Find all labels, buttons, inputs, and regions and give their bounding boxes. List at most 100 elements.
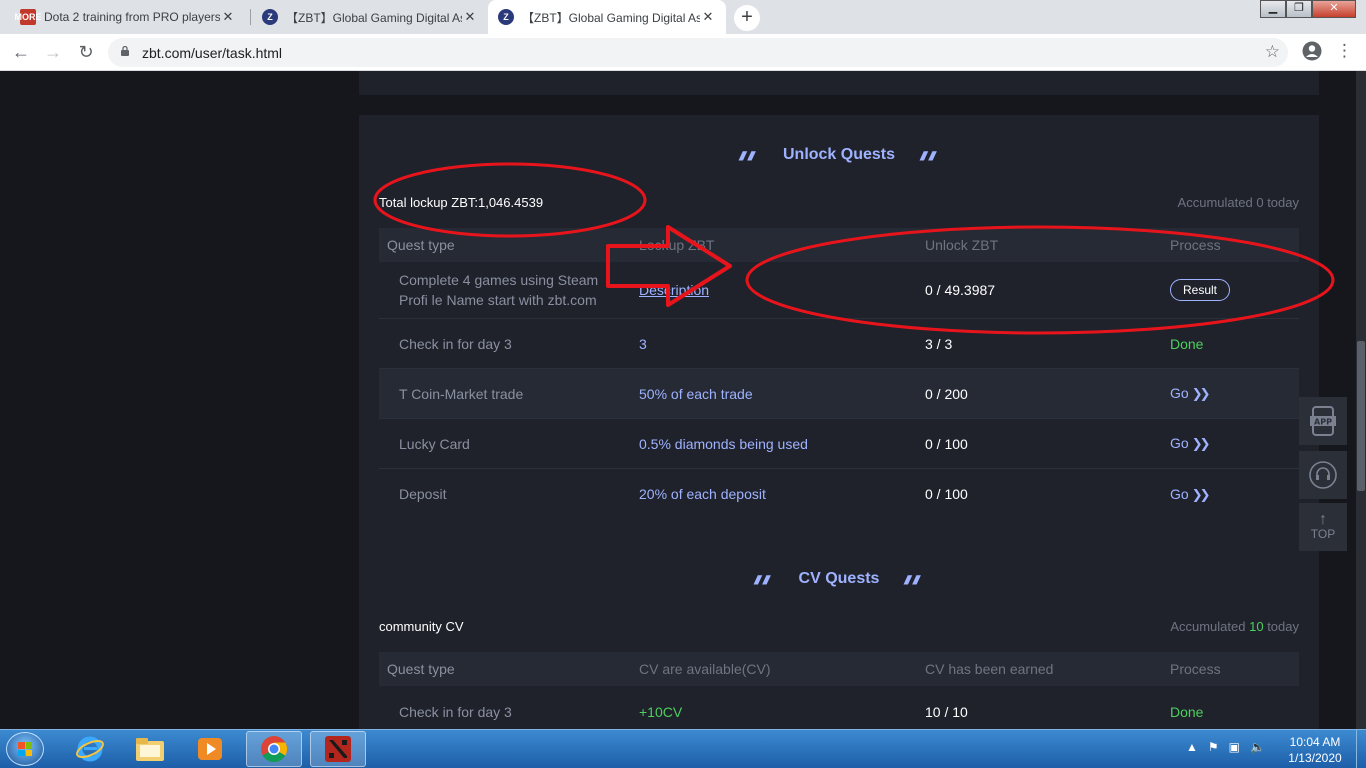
- go-label: Go: [1170, 385, 1189, 401]
- address-bar[interactable]: zbt.com/user/task.html ☆: [108, 38, 1288, 67]
- show-hidden-icons-arrow-icon[interactable]: ▲: [1186, 740, 1198, 754]
- go-label: Go: [1170, 485, 1189, 502]
- back-arrow-icon[interactable]: ←: [10, 42, 32, 64]
- quests-panel: ▮▮ Unlock Quests ▮▮ Total lockup ZBT:1,046…: [359, 115, 1319, 729]
- dota2-taskbar-button[interactable]: [310, 731, 366, 767]
- tab-zbt-active[interactable]: Z 【ZBT】Global Gaming Digital Asse ✕: [488, 0, 726, 34]
- go-link[interactable]: Go ❯❯: [1170, 435, 1299, 452]
- windows-taskbar: ▲ ⚑ ▣ 🔈 10:04 AM 1/13/2020: [0, 729, 1366, 768]
- header-quest-type: Quest type: [387, 237, 455, 253]
- section-title: CV Quests: [798, 570, 880, 587]
- table-header: Quest type Lockup ZBT Unlock ZBT Process: [379, 228, 1299, 262]
- browser-menu-icon[interactable]: ⋮: [1336, 41, 1353, 61]
- quest-type: Complete 4 games using Steam Profi le Na…: [399, 272, 599, 308]
- customer-support-button[interactable]: [1299, 451, 1347, 499]
- table-row: Check in for day 3 +10CV 10 / 10 Done: [379, 686, 1299, 729]
- header-unlock: Unlock ZBT: [925, 237, 999, 253]
- show-desktop-button[interactable]: [1356, 730, 1366, 768]
- header-process: Process: [1170, 661, 1221, 677]
- lockup-value: 3: [639, 335, 647, 352]
- back-to-top-button[interactable]: ↑ TOP: [1299, 503, 1347, 551]
- heading-deco-icon: ▮▮: [917, 148, 942, 162]
- unlock-quests-table: Quest type Lockup ZBT Unlock ZBT Process…: [379, 228, 1299, 519]
- system-clock[interactable]: 10:04 AM 1/13/2020: [1280, 734, 1350, 766]
- community-cv-label: community CV: [379, 619, 464, 634]
- table-row: Lucky Card 0.5% diamonds being used 0 / …: [379, 419, 1299, 469]
- bookmark-star-icon[interactable]: ☆: [1265, 42, 1280, 62]
- file-explorer-icon[interactable]: [122, 731, 178, 767]
- lockup-value: 50% of each trade: [639, 385, 753, 402]
- unlock-value: 0 / 100: [925, 435, 968, 452]
- header-lockup: Lockup ZBT: [639, 237, 715, 253]
- previous-section-panel: [359, 71, 1319, 95]
- scrollbar-thumb[interactable]: [1357, 341, 1365, 491]
- quest-type: T Coin-Market trade: [399, 385, 524, 402]
- double-chevron-right-icon: ❯❯: [1191, 386, 1211, 401]
- go-link[interactable]: Go ❯❯: [1170, 486, 1299, 503]
- unlock-accumulated: Accumulated 0 today: [1178, 195, 1299, 210]
- cv-available-value: +10CV: [639, 704, 683, 720]
- result-button[interactable]: Result: [1170, 279, 1231, 301]
- accumulated-suffix: today: [1267, 195, 1299, 210]
- lockup-value: 0.5% diamonds being used: [639, 435, 808, 452]
- tab-close-icon[interactable]: ✕: [220, 9, 236, 25]
- go-label: Go: [1170, 435, 1189, 451]
- tab-close-icon[interactable]: ✕: [462, 9, 478, 25]
- dota2-logo-icon: [325, 736, 351, 762]
- cv-earned-value: 10 / 10: [925, 704, 968, 720]
- action-center-flag-icon[interactable]: ⚑: [1208, 740, 1219, 754]
- tab-dota2[interactable]: MORE Dota 2 training from PRO players ✕: [10, 0, 246, 34]
- system-tray: ▲ ⚑ ▣ 🔈: [1186, 740, 1265, 754]
- window-close-icon[interactable]: ✕: [1312, 0, 1356, 18]
- play-icon: [198, 738, 222, 760]
- zbt-favicon-icon: Z: [498, 9, 514, 25]
- internet-explorer-icon[interactable]: [62, 731, 118, 767]
- arrow-up-icon: ↑: [1319, 511, 1327, 528]
- windows-logo-icon: [18, 742, 32, 756]
- tab-close-icon[interactable]: ✕: [700, 9, 716, 25]
- total-lockup: Total lockup ZBT:1,046.4539: [379, 195, 544, 210]
- app-download-button[interactable]: APP: [1299, 397, 1347, 445]
- unlock-value: 0 / 49.3987: [925, 282, 996, 298]
- url-text: zbt.com/user/task.html: [142, 45, 283, 61]
- restore-icon[interactable]: ❐: [1286, 0, 1312, 18]
- cv-quests-table: Quest type CV are available(CV) CV has b…: [379, 652, 1299, 729]
- page-content: ▮▮ Unlock Quests ▮▮ Total lockup ZBT:1,046…: [0, 71, 1356, 729]
- header-cv-available: CV are available(CV): [639, 661, 771, 677]
- window-controls: ▁ ❐ ✕: [1260, 0, 1356, 20]
- reload-icon[interactable]: ↻: [75, 42, 97, 64]
- header-cv-earned: CV has been earned: [925, 661, 1054, 677]
- profile-avatar-icon[interactable]: [1302, 41, 1322, 61]
- accumulated-value: 10: [1249, 619, 1264, 634]
- forward-arrow-icon[interactable]: →: [42, 42, 64, 64]
- accumulated-label: Accumulated: [1170, 619, 1246, 634]
- header-process: Process: [1170, 237, 1221, 253]
- minimize-icon[interactable]: ▁: [1260, 0, 1286, 18]
- go-link[interactable]: Go ❯❯: [1170, 385, 1299, 402]
- clock-date: 1/13/2020: [1288, 751, 1342, 765]
- tab-title: Dota 2 training from PRO players: [44, 10, 220, 24]
- top-label: TOP: [1310, 527, 1336, 541]
- chrome-taskbar-button[interactable]: [246, 731, 302, 767]
- done-status: Done: [1170, 335, 1204, 352]
- accumulated-value: 0: [1256, 195, 1264, 210]
- volume-muted-icon[interactable]: 🔈: [1250, 740, 1265, 754]
- new-tab-button[interactable]: +: [734, 5, 760, 31]
- section-title: Unlock Quests: [782, 146, 896, 163]
- tab-zbt-1[interactable]: Z 【ZBT】Global Gaming Digital Asse ✕: [252, 0, 488, 34]
- quest-type: Lucky Card: [399, 435, 470, 452]
- ie-logo-icon: [76, 736, 104, 762]
- table-row: Deposit 20% of each deposit 0 / 100 Go ❯❯: [379, 469, 1299, 519]
- page-scrollbar[interactable]: [1356, 71, 1366, 729]
- media-player-icon[interactable]: [182, 731, 238, 767]
- quest-type: Deposit: [399, 486, 447, 502]
- network-icon[interactable]: ▣: [1229, 740, 1240, 754]
- zbt-favicon-icon: Z: [262, 9, 278, 25]
- tab-strip: MORE Dota 2 training from PRO players ✕ …: [0, 0, 1366, 34]
- description-link[interactable]: Description: [639, 282, 709, 298]
- cv-accumulated: Accumulated 10 today: [1170, 619, 1299, 634]
- start-button[interactable]: [6, 732, 44, 766]
- table-row: T Coin-Market trade 50% of each trade 0 …: [379, 369, 1299, 419]
- app-label: APP: [1314, 418, 1332, 427]
- double-chevron-right-icon: ❯❯: [1191, 486, 1211, 502]
